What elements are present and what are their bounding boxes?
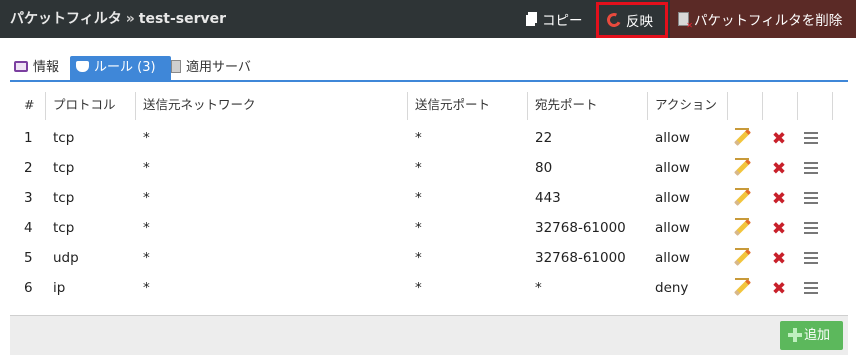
- menu-icon: [804, 162, 818, 174]
- menu-icon: [804, 252, 818, 264]
- rule-dest-port: *: [535, 280, 542, 296]
- rule-protocol: ip: [53, 280, 66, 296]
- rule-action: allow: [655, 250, 691, 266]
- rule-action: allow: [655, 190, 691, 206]
- table-row: 4 tcp * * 32768-61000 allow ✖: [10, 213, 848, 243]
- delete-rule-icon[interactable]: ✖: [770, 280, 788, 298]
- tab-servers[interactable]: 適用サーバ: [171, 56, 251, 80]
- plus-icon: [788, 328, 802, 342]
- header-dest-port: 宛先ポート: [535, 97, 598, 112]
- apply-button[interactable]: 反映: [596, 2, 668, 38]
- copy-icon: [525, 12, 537, 27]
- delete-packet-filter-button[interactable]: パケットフィルタを削除: [670, 0, 856, 38]
- rule-source-port: *: [415, 280, 422, 296]
- add-rule-button[interactable]: 追加: [780, 321, 843, 350]
- rule-source-network: *: [143, 250, 150, 266]
- copy-button[interactable]: コピー: [525, 0, 587, 38]
- rule-source-port: *: [415, 160, 422, 176]
- breadcrumb: パケットフィルタ» test-server: [10, 0, 226, 38]
- rule-icon: [76, 61, 89, 72]
- rule-source-port: *: [415, 250, 422, 266]
- table-row: 1 tcp * * 22 allow ✖: [10, 123, 848, 153]
- apply-button-label: 反映: [626, 14, 653, 30]
- tab-rules[interactable]: ルール (3): [70, 56, 171, 80]
- header-source-network: 送信元ネットワーク: [143, 97, 256, 112]
- header-action: アクション: [655, 97, 717, 112]
- rule-number: 5: [24, 250, 33, 266]
- header-bar: パケットフィルタ»test-server コピー 反映 パケットフィルタを削除: [0, 0, 856, 38]
- rule-dest-port: 80: [535, 160, 553, 176]
- rule-number: 6: [24, 280, 33, 296]
- refresh-icon: [605, 11, 623, 29]
- rule-number: 2: [24, 160, 33, 176]
- rule-action: allow: [655, 130, 691, 146]
- rule-source-port: *: [415, 220, 422, 236]
- tab-bar: 情報 ルール (3) 適用サーバ: [10, 56, 848, 82]
- delete-button-label: パケットフィルタを削除: [694, 13, 843, 29]
- rule-source-network: *: [143, 190, 150, 206]
- drag-handle[interactable]: [804, 160, 822, 178]
- rule-protocol: udp: [53, 250, 79, 266]
- menu-icon: [804, 222, 818, 234]
- rule-source-network: *: [143, 280, 150, 296]
- delete-icon: [678, 12, 693, 30]
- rule-source-port: *: [415, 190, 422, 206]
- rule-number: 3: [24, 190, 33, 206]
- table-header-row: # プロトコル 送信元ネットワーク 送信元ポート 宛先ポート アクション: [10, 90, 848, 120]
- rule-dest-port: 32768-61000: [535, 250, 626, 266]
- rule-source-network: *: [143, 130, 150, 146]
- menu-icon: [804, 282, 818, 294]
- rule-number: 4: [24, 220, 33, 236]
- tab-info-label: 情報: [33, 60, 60, 75]
- drag-handle[interactable]: [804, 220, 822, 238]
- drag-handle[interactable]: [804, 130, 822, 148]
- menu-icon: [804, 192, 818, 204]
- copy-button-label: コピー: [542, 13, 583, 29]
- tab-servers-label: 適用サーバ: [186, 60, 251, 75]
- delete-rule-icon[interactable]: ✖: [770, 190, 788, 208]
- rule-dest-port: 443: [535, 190, 561, 206]
- table-row: 5 udp * * 32768-61000 allow ✖: [10, 243, 848, 273]
- rule-action: allow: [655, 160, 691, 176]
- menu-icon: [804, 132, 818, 144]
- rule-action: deny: [655, 280, 689, 296]
- rule-source-network: *: [143, 220, 150, 236]
- rule-dest-port: 22: [535, 130, 553, 146]
- header-protocol: プロトコル: [53, 97, 116, 112]
- rule-source-network: *: [143, 160, 150, 176]
- rule-protocol: tcp: [53, 130, 75, 146]
- rule-dest-port: 32768-61000: [535, 220, 626, 236]
- rule-source-port: *: [415, 130, 422, 146]
- rule-protocol: tcp: [53, 220, 75, 236]
- rule-number: 1: [24, 130, 33, 146]
- delete-rule-icon[interactable]: ✖: [770, 250, 788, 268]
- breadcrumb-separator: »: [125, 11, 135, 27]
- rule-action: allow: [655, 220, 691, 236]
- table-row: 3 tcp * * 443 allow ✖: [10, 183, 848, 213]
- info-icon: [14, 61, 28, 72]
- table-row: 2 tcp * * 80 allow ✖: [10, 153, 848, 183]
- drag-handle[interactable]: [804, 250, 822, 268]
- breadcrumb-root[interactable]: パケットフィルタ: [10, 11, 122, 27]
- delete-rule-icon[interactable]: ✖: [770, 160, 788, 178]
- drag-handle[interactable]: [804, 190, 822, 208]
- header-number: #: [24, 97, 35, 112]
- table-row: 6 ip * * * deny ✖: [10, 273, 848, 303]
- drag-handle[interactable]: [804, 280, 822, 298]
- rule-protocol: tcp: [53, 190, 75, 206]
- rule-protocol: tcp: [53, 160, 75, 176]
- delete-rule-icon[interactable]: ✖: [770, 130, 788, 148]
- tab-rules-label: ルール (3): [94, 60, 156, 75]
- server-icon: [171, 60, 181, 73]
- add-button-label: 追加: [804, 328, 831, 343]
- delete-rule-icon[interactable]: ✖: [770, 220, 788, 238]
- breadcrumb-current: test-server: [138, 11, 227, 27]
- tab-info[interactable]: 情報: [14, 56, 59, 80]
- table-footer: 追加: [10, 315, 848, 355]
- header-source-port: 送信元ポート: [415, 97, 491, 112]
